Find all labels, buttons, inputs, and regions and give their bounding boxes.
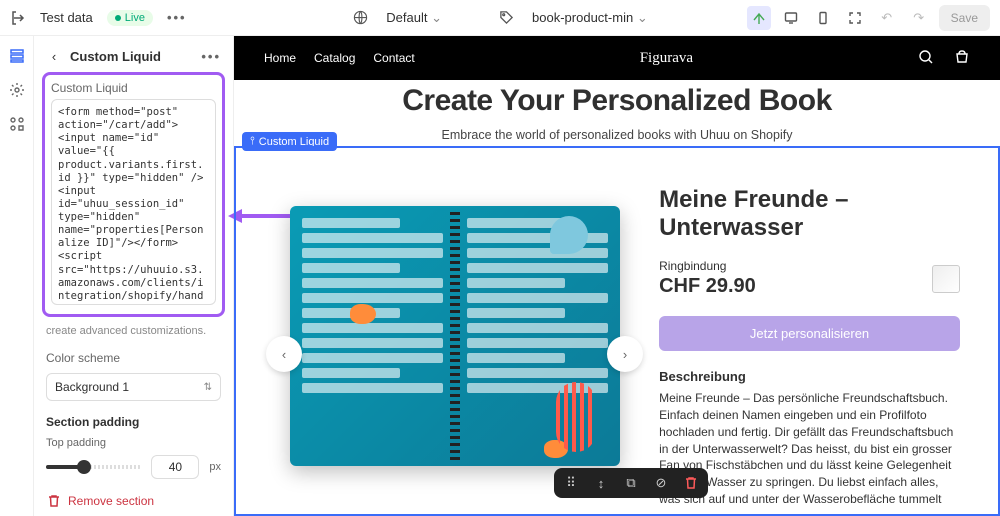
hero: Create Your Personalized Book Embrace th… (234, 80, 1000, 152)
toolbar-hide-icon[interactable]: ⊘ (652, 474, 670, 492)
nav-contact[interactable]: Contact (373, 51, 414, 65)
back-icon[interactable]: ‹ (46, 48, 62, 64)
live-badge: Live (107, 10, 153, 26)
section-padding-heading: Section padding (46, 415, 221, 429)
nav-catalog[interactable]: Catalog (314, 51, 355, 65)
template-dropdown[interactable]: book-product-min ⌄ (532, 10, 648, 26)
color-scheme-value: Background 1 (55, 380, 129, 394)
desktop-active-icon[interactable] (747, 6, 771, 30)
remove-section-button[interactable]: Remove section (46, 493, 221, 509)
tag-icon[interactable] (498, 10, 514, 26)
section-toolbar: ⠿ ↕ ⧉ ⊘ (554, 468, 708, 498)
cart-icon[interactable] (954, 49, 970, 68)
settings-icon[interactable] (9, 82, 25, 98)
highlighted-region: Custom Liquid (42, 72, 225, 317)
product-image (290, 206, 620, 466)
more-icon[interactable]: ••• (167, 10, 187, 25)
preview-pane: Home Catalog Contact Figurava Create You… (234, 36, 1000, 516)
toolbar-copy-icon[interactable]: ⧉ (622, 474, 640, 492)
remove-section-label: Remove section (68, 494, 154, 508)
desktop-icon[interactable] (779, 6, 803, 30)
nav-home[interactable]: Home (264, 51, 296, 65)
hero-subtitle: Embrace the world of personalized books … (254, 128, 980, 142)
liquid-code-input[interactable] (51, 99, 216, 305)
top-padding-value[interactable]: 40 (151, 455, 199, 479)
gallery-next-button[interactable]: › (607, 336, 643, 372)
left-rail (0, 36, 34, 516)
top-padding-label: Top padding (46, 437, 221, 449)
helper-text: create advanced customizations. (46, 325, 221, 337)
chevron-updown-icon: ⇅ (204, 382, 212, 393)
redo-icon[interactable]: ↷ (907, 6, 931, 30)
color-scheme-select[interactable]: Background 1 ⇅ (46, 373, 221, 401)
sections-icon[interactable] (9, 48, 25, 64)
globe-icon[interactable] (352, 10, 368, 26)
gallery-prev-button[interactable]: ‹ (266, 336, 302, 372)
toolbar-move-icon[interactable]: ↕ (592, 474, 610, 492)
exit-icon[interactable] (10, 10, 26, 26)
search-icon[interactable] (918, 49, 934, 68)
top-padding-slider[interactable] (46, 465, 141, 469)
mobile-icon[interactable] (811, 6, 835, 30)
toolbar-drag-icon[interactable]: ⠿ (562, 474, 580, 492)
product-gallery: ‹ › (274, 180, 635, 492)
sidebar: ‹ Custom Liquid ••• Custom Liquid create… (34, 36, 234, 516)
fullscreen-icon[interactable] (843, 6, 867, 30)
px-unit: px (209, 461, 221, 473)
trash-icon (46, 493, 62, 509)
topbar: Test data Live ••• Default ⌄ book-produc… (0, 0, 1000, 36)
undo-icon[interactable]: ↶ (875, 6, 899, 30)
locale-dropdown[interactable]: Default ⌄ (386, 10, 442, 26)
sidebar-title: Custom Liquid (70, 49, 193, 64)
toolbar-delete-icon[interactable] (682, 474, 700, 492)
sidebar-more-icon[interactable]: ••• (201, 49, 221, 64)
liquid-field-label: Custom Liquid (51, 81, 216, 95)
save-button[interactable]: Save (939, 5, 990, 31)
test-data-label: Test data (40, 10, 93, 25)
hero-title: Create Your Personalized Book (254, 84, 980, 118)
store-header: Home Catalog Contact Figurava (234, 36, 1000, 80)
color-scheme-label: Color scheme (46, 351, 221, 365)
store-logo[interactable]: Figurava (415, 50, 918, 67)
apps-icon[interactable] (9, 116, 25, 132)
